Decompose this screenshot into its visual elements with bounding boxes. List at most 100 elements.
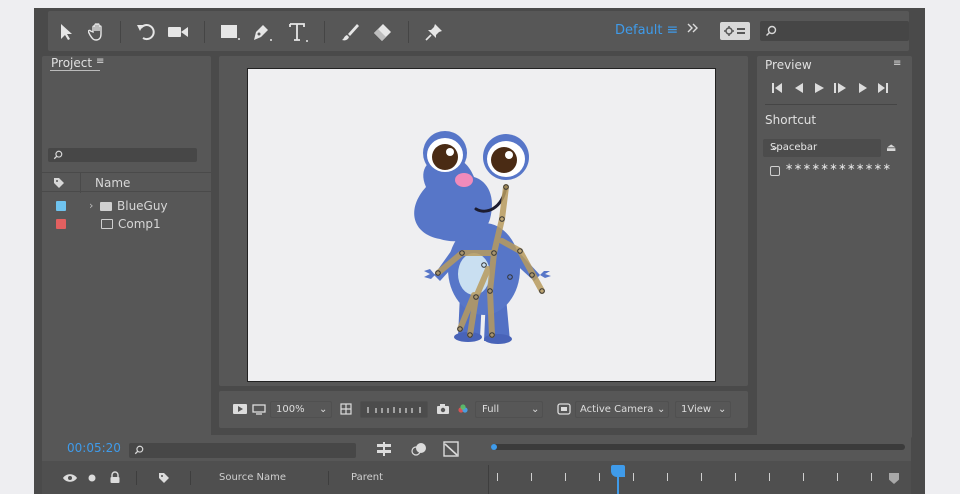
comp-mini-flowchart-icon[interactable]	[375, 441, 393, 457]
workspace-edit-icon[interactable]	[720, 22, 750, 40]
column-divider	[136, 471, 137, 485]
active-tab-indicator	[50, 70, 100, 71]
preview-panel: Preview ≡ Shortcut Spacebar ⌄ ⏏ ∗∗∗∗∗∗∗∗…	[757, 56, 912, 438]
eye-icon[interactable]	[62, 473, 78, 483]
preview-title: Preview	[765, 58, 812, 72]
rectangle-tool-icon[interactable]	[216, 19, 244, 45]
preview-panel-menu-icon[interactable]: ≡	[893, 58, 901, 69]
ruler-tick	[565, 473, 566, 481]
search-icon	[134, 445, 144, 455]
last-frame-icon[interactable]	[877, 82, 889, 94]
zoom-value: 100%	[276, 404, 305, 415]
workspace-menu-icon: ≡	[666, 22, 679, 38]
composition-icon	[101, 219, 113, 229]
workspace-switcher[interactable]: Default ≡	[615, 22, 678, 38]
grid-guides-icon[interactable]	[340, 403, 352, 415]
app-window: Default ≡ Project ≡ Name › BlueGuy Comp1…	[34, 8, 925, 494]
view-layout-value: 1View	[681, 404, 712, 415]
project-search-input[interactable]	[48, 148, 197, 162]
project-tab[interactable]: Project	[51, 56, 92, 70]
selection-tool-icon[interactable]	[52, 19, 80, 45]
parent-column-header[interactable]: Parent	[351, 472, 383, 483]
solo-icon[interactable]	[88, 474, 96, 482]
ruler-tick	[599, 473, 600, 481]
timeline-panel: 00:05:20 Source Name Parent	[42, 435, 911, 494]
first-frame-icon[interactable]	[771, 82, 783, 94]
view-layout-select[interactable]: 1View ⌄	[675, 401, 731, 418]
timeline-layer-header: Source Name Parent	[42, 465, 911, 494]
viewer-controls: 100% ⌄ Full ⌄ Active Camera ⌄ 1View ⌄	[219, 391, 748, 428]
play-icon[interactable]	[813, 82, 825, 94]
ruler-tick	[871, 473, 872, 481]
toolbar-divider	[408, 21, 409, 43]
region-of-interest-icon[interactable]	[557, 403, 571, 415]
brush-tool-icon[interactable]	[336, 19, 364, 45]
ruler-tick	[667, 473, 668, 481]
project-panel: Project ≡ Name › BlueGuy Comp1	[42, 56, 211, 438]
puppet-pin-tool-icon[interactable]	[420, 19, 448, 45]
timeline-search-input[interactable]	[129, 443, 356, 458]
resolution-value: Full	[482, 404, 500, 415]
search-icon	[53, 150, 63, 160]
camera-tool-icon[interactable]	[164, 19, 192, 45]
zoom-select[interactable]: 100% ⌄	[270, 401, 332, 418]
resolution-select[interactable]: Full ⌄	[475, 401, 543, 418]
panel-divider	[765, 104, 897, 105]
ruler-tick	[803, 473, 804, 481]
blueguy-character[interactable]	[248, 69, 715, 381]
playhead-line	[617, 476, 619, 494]
frame-ruler-control[interactable]	[360, 401, 428, 418]
monitor-icon[interactable]	[252, 404, 266, 415]
previous-frame-icon[interactable]	[793, 82, 805, 94]
graph-editor-icon[interactable]	[442, 441, 460, 457]
folder-icon	[100, 202, 112, 211]
time-ruler[interactable]	[488, 465, 911, 494]
label-color-swatch[interactable]	[56, 219, 66, 229]
camera-select[interactable]: Active Camera ⌄	[575, 401, 669, 418]
next-frame-icon[interactable]	[857, 82, 869, 94]
snapshot-camera-icon[interactable]	[436, 403, 450, 415]
help-search-input[interactable]	[760, 21, 909, 41]
color-channels-icon[interactable]	[457, 404, 469, 414]
lock-icon[interactable]	[109, 471, 121, 484]
composition-canvas[interactable]	[247, 68, 716, 382]
play-range-icon[interactable]	[833, 82, 847, 94]
pen-tool-icon[interactable]	[248, 19, 276, 45]
preview-play-icon[interactable]	[233, 404, 247, 414]
project-column-header: Name	[42, 172, 211, 193]
workspace-label: Default	[615, 23, 663, 38]
project-item-label: BlueGuy	[117, 199, 168, 213]
playback-controls	[771, 80, 901, 96]
work-area-bar[interactable]	[491, 444, 905, 450]
shortcut-select[interactable]: Spacebar ⌄	[763, 139, 881, 157]
label-tag-icon[interactable]	[53, 177, 65, 189]
ruler-tick	[497, 473, 498, 481]
name-column-header[interactable]: Name	[95, 176, 130, 190]
project-item-comp1[interactable]: Comp1	[42, 216, 211, 234]
work-area-end-marker[interactable]	[889, 473, 899, 484]
current-timecode[interactable]: 00:05:20	[67, 441, 121, 455]
toolbar: Default ≡	[48, 11, 909, 51]
reset-shortcut-icon[interactable]: ⏏	[886, 141, 896, 154]
work-area-start-handle[interactable]	[491, 444, 497, 450]
chevron-down-icon: ⌄	[770, 140, 780, 153]
shortcut-masked-text: ∗∗∗∗∗∗∗∗∗∗∗∗	[785, 162, 892, 173]
source-name-column-header[interactable]: Source Name	[219, 472, 286, 483]
chevron-right-icon[interactable]: ›	[89, 199, 93, 212]
label-color-swatch[interactable]	[56, 201, 66, 211]
type-tool-icon[interactable]	[284, 19, 312, 45]
search-icon	[765, 25, 777, 37]
overflow-chevron-icon[interactable]	[686, 21, 700, 35]
composition-viewer	[219, 56, 748, 386]
column-divider	[328, 471, 329, 485]
hand-tool-icon[interactable]	[84, 19, 112, 45]
ruler-tick	[531, 473, 532, 481]
project-item-blueguy[interactable]: › BlueGuy	[42, 198, 211, 216]
project-panel-menu-icon[interactable]: ≡	[96, 56, 104, 67]
eraser-tool-icon[interactable]	[368, 19, 396, 45]
shortcut-checkbox[interactable]	[770, 166, 780, 176]
project-item-label: Comp1	[118, 217, 161, 231]
rotation-tool-icon[interactable]	[132, 19, 160, 45]
label-tag-icon[interactable]	[158, 472, 170, 484]
motion-blur-icon[interactable]	[410, 441, 428, 457]
